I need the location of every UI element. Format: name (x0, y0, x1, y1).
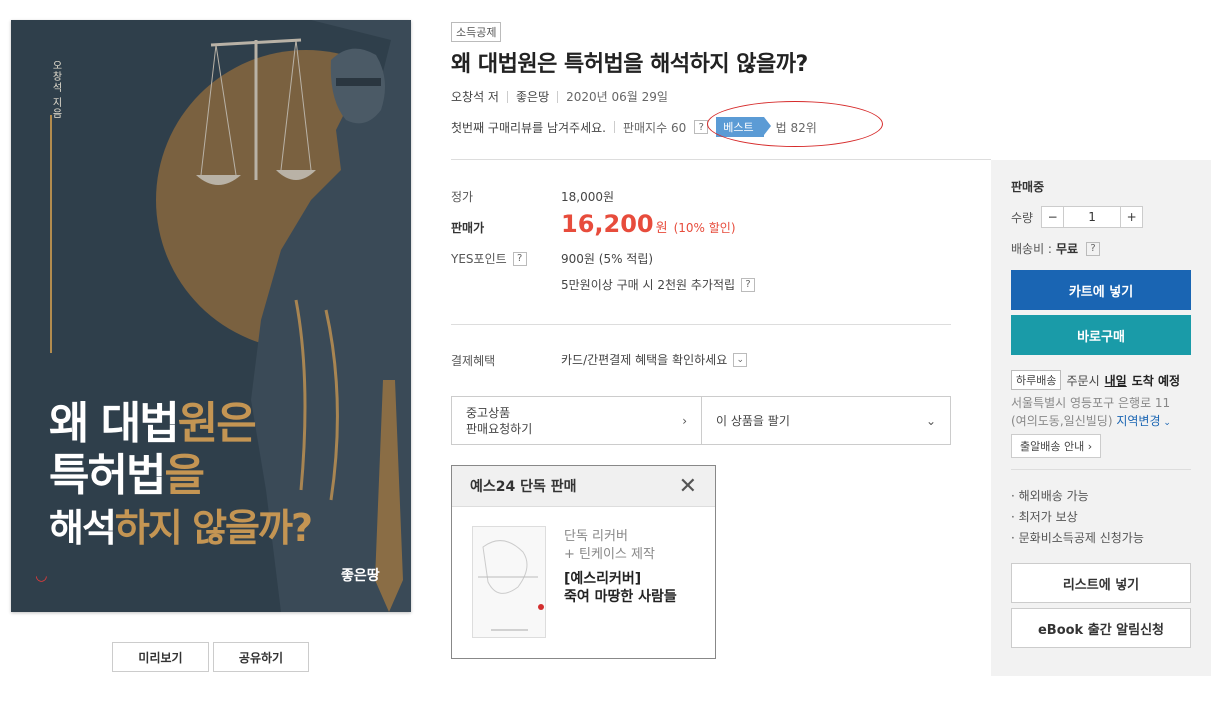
divider (557, 90, 559, 103)
help-icon[interactable]: ? (512, 251, 527, 266)
sale-price-label: 판매가 (451, 221, 485, 235)
product-meta: 오창석 저 좋은땅 2020년 06월 29일 (451, 88, 668, 105)
list-price-label: 정가 (451, 190, 474, 204)
cover-logo-icon: ◡ (36, 568, 47, 584)
delivery-address: 서울특별시 영등포구 은행로 11 (여의도동,일신빌딩) 지역변경 ⌄ (1011, 396, 1171, 428)
discount-rate: (10% 할인) (673, 221, 736, 235)
divider (451, 324, 951, 325)
divider (451, 159, 991, 160)
product-title: 왜 대법원은 특허법을 해석하지 않을까? (451, 52, 808, 77)
sell-item-dropdown[interactable]: 이 상품을 팔기 ⌄ (702, 397, 950, 444)
publish-date: 2020년 06월 29일 (566, 90, 668, 104)
chevron-right-icon: › (1087, 440, 1093, 453)
delivery-guide-button[interactable]: 출알배송 안내 › (1011, 434, 1102, 458)
points-label: YES포인트 (451, 252, 507, 266)
add-to-wishlist-button[interactable]: 리스트에 넣기 (1011, 563, 1191, 603)
help-icon[interactable]: ? (1086, 241, 1101, 256)
benefit-list: · 해외배송 가능 · 최저가 보상 · 문화비소득공제 신청가능 (1011, 486, 1144, 549)
benefit-item: · 해외배송 가능 (1011, 489, 1089, 503)
publisher-link[interactable]: 좋은땅 (516, 88, 549, 105)
purchase-panel: 판매중 수량 − 1 + 배송비 : 무료 ? 카트에 넣기 바로구매 하루배송… (991, 160, 1211, 676)
divider (506, 90, 508, 103)
review-link[interactable]: 첫번째 구매리뷰를 남겨주세요. (451, 119, 606, 136)
delivery-row: 하루배송 주문시 내일 도착 예정 (1011, 370, 1180, 390)
preview-button[interactable]: 미리보기 (112, 642, 209, 672)
sell-item-label: 이 상품을 팔기 (716, 414, 790, 428)
arrival-text: 도착 예정 (1131, 373, 1181, 388)
close-icon[interactable]: ✕ (679, 474, 697, 499)
exclusive-title: 예스24 단독 판매 (470, 479, 577, 495)
points-value: 900원 (5% 적립) (561, 252, 654, 266)
divider (1011, 469, 1191, 470)
quantity-input[interactable]: 1 (1064, 207, 1120, 227)
shipping-value: 무료 (1055, 242, 1079, 256)
sale-price-value: 16,200 (561, 210, 654, 238)
author-link[interactable]: 오창석 저 (451, 88, 499, 105)
divider (613, 121, 615, 133)
plus-button[interactable]: + (1120, 207, 1142, 227)
used-goods-bar: 중고상품 판매요청하기 › 이 상품을 팔기 ⌄ (451, 396, 951, 445)
quantity-row: 수량 − 1 + (1011, 206, 1144, 228)
recover-desc: 단독 리커버 + 틴케이스 제작 (564, 529, 655, 562)
recover-title[interactable]: [예스리커버] 죽여 마땅한 사람들 (564, 570, 704, 606)
points-label-row: YES포인트 ? (451, 250, 527, 267)
buy-now-button[interactable]: 바로구매 (1011, 315, 1191, 355)
income-deduction-badge: 소득공제 (451, 22, 502, 42)
add-to-cart-button[interactable]: 카트에 넣기 (1011, 270, 1191, 310)
shipping-label: 배송비 : (1011, 242, 1052, 256)
benefit-item: · 문화비소득공제 신청가능 (1011, 531, 1144, 545)
chevron-down-icon: ⌄ (1160, 418, 1171, 428)
shipping-row: 배송비 : 무료 ? (1011, 240, 1101, 257)
arrival-day: 내일 (1104, 373, 1127, 388)
oneday-badge: 하루배송 (1011, 370, 1062, 390)
chevron-right-icon: › (682, 413, 687, 428)
chevron-down-icon: ⌄ (925, 413, 936, 428)
used-request-label: 중고상품 판매요청하기 (466, 405, 533, 436)
chevron-down-icon[interactable]: ⌄ (733, 352, 748, 367)
region-change-link[interactable]: 지역변경 (1116, 414, 1160, 428)
quantity-stepper: − 1 + (1041, 206, 1144, 228)
book-cover[interactable]: 오창석 지음 왜 대법원은 특허법을 해석하지 않을까? ◡ 좋은땅 (11, 20, 411, 612)
recover-book-illustration (478, 540, 544, 631)
highlight-circle (707, 101, 883, 147)
bonus-points-text: 5만원이상 구매 시 2천원 추가적립 (561, 278, 736, 292)
sales-index: 판매지수 60 (622, 120, 687, 135)
sale-price-unit: 원 (655, 221, 668, 236)
order-text: 주문시 (1066, 373, 1100, 388)
used-request-button[interactable]: 중고상품 판매요청하기 › (452, 397, 702, 444)
cover-publisher: 좋은땅 (341, 568, 380, 584)
share-button[interactable]: 공유하기 (213, 642, 309, 672)
sale-status: 판매중 (1011, 180, 1045, 194)
benefit-item: · 최저가 보상 (1011, 510, 1078, 524)
cover-author: 오창석 지음 (50, 60, 61, 120)
list-price-value: 18,000원 (561, 190, 615, 204)
ebook-alert-button[interactable]: eBook 출간 알림신청 (1011, 608, 1191, 648)
exclusive-header: 예스24 단독 판매 ✕ (452, 466, 715, 507)
payment-benefit[interactable]: 카드/간편결제 혜택을 확인하세요 ⌄ (561, 351, 748, 368)
minus-button[interactable]: − (1042, 207, 1065, 227)
bonus-points: 5만원이상 구매 시 2천원 추가적립 ? (561, 276, 756, 293)
recover-book-image[interactable] (472, 526, 546, 638)
quantity-label: 수량 (1011, 210, 1034, 225)
help-icon[interactable]: ? (741, 277, 756, 292)
exclusive-sale-box: 예스24 단독 판매 ✕ 단독 리커버 + 틴케이스 제작 [예스리커버] 죽여… (451, 465, 716, 659)
sale-price: 16,200 원 (10% 할인) (561, 210, 736, 238)
payment-benefit-text: 카드/간편결제 혜택을 확인하세요 (561, 353, 728, 367)
cover-title: 왜 대법원은 특허법을 해석하지 않을까? (49, 398, 313, 550)
payment-label: 결제혜택 (451, 354, 496, 368)
cover-divider (50, 115, 52, 353)
